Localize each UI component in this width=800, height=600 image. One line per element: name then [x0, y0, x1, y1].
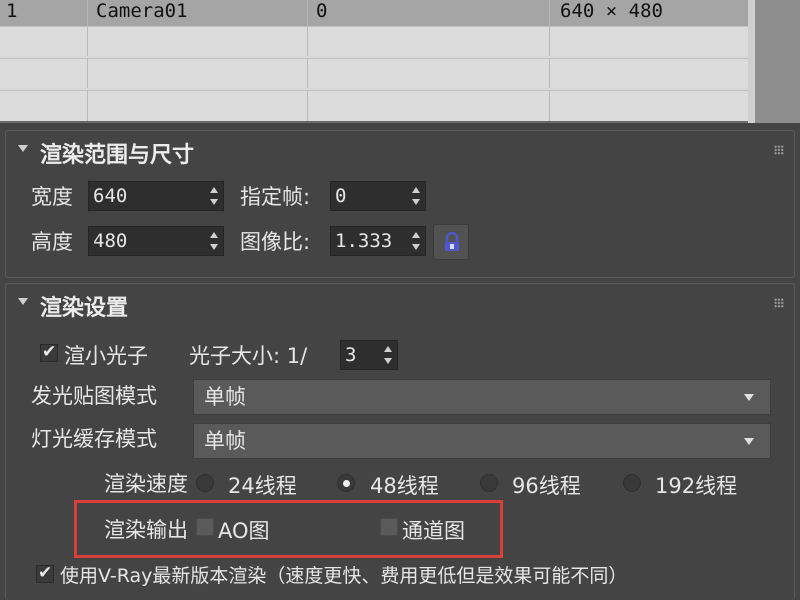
- latest-vray-label: 使用V-Ray最新版本渲染（速度更快、费用更低但是效果可能不同）: [60, 565, 628, 587]
- empty-cell: [88, 59, 308, 88]
- small-photon-checkbox[interactable]: [40, 342, 58, 362]
- table-row[interactable]: [0, 90, 748, 121]
- render-range-header[interactable]: 渲染范围与尺寸: [6, 131, 794, 171]
- thread-96-label: 96线程: [512, 474, 581, 498]
- table-row[interactable]: 1 Camera01 0 640 × 480: [0, 0, 748, 26]
- grip-icon[interactable]: [774, 298, 784, 308]
- frame-value: 0: [335, 185, 347, 207]
- glow-map-value: 单帧: [204, 385, 246, 409]
- small-photon-label: 渲小光子: [64, 344, 148, 368]
- lock-icon: [445, 232, 459, 251]
- aspect-lock-button[interactable]: [433, 224, 469, 260]
- camera-index-cell: 1: [0, 0, 88, 26]
- empty-cell: [88, 27, 308, 56]
- photon-size-label: 光子大小: 1/: [189, 344, 308, 368]
- chevron-down-icon: [744, 438, 754, 445]
- thread-96-radio[interactable]: [480, 474, 498, 492]
- spinner-arrows-icon[interactable]: [210, 187, 220, 205]
- thread-24-radio[interactable]: [196, 474, 214, 492]
- aspect-spinner[interactable]: 1.333: [330, 226, 426, 256]
- chevron-down-icon: [744, 394, 754, 401]
- spinner-arrows-icon[interactable]: [412, 232, 422, 250]
- empty-cell: [0, 59, 88, 88]
- empty-cell: [88, 91, 308, 121]
- height-spinner[interactable]: 480: [88, 226, 224, 256]
- camera-frame-cell: 0: [308, 0, 550, 26]
- width-value: 640: [93, 185, 128, 207]
- collapse-arrow-icon[interactable]: [18, 145, 28, 152]
- photon-size-value: 3: [345, 344, 357, 366]
- empty-cell: [308, 27, 550, 56]
- spinner-arrows-icon[interactable]: [384, 346, 394, 364]
- highlight-annotation: [74, 500, 503, 558]
- width-spinner[interactable]: 640: [88, 181, 224, 211]
- aspect-value: 1.333: [335, 230, 393, 252]
- spinner-arrows-icon[interactable]: [412, 187, 422, 205]
- thread-192-label: 192线程: [655, 474, 738, 498]
- latest-vray-checkbox[interactable]: [36, 563, 54, 583]
- thread-24-label: 24线程: [228, 474, 297, 498]
- empty-cell: [308, 59, 550, 88]
- rollout-title: 渲染设置: [40, 296, 129, 321]
- table-side-panel: [755, 0, 800, 123]
- empty-cell: [0, 91, 88, 121]
- grip-icon[interactable]: [774, 145, 784, 155]
- render-settings-header[interactable]: 渲染设置: [6, 284, 794, 324]
- light-cache-label: 灯光缓存模式: [31, 427, 157, 451]
- thread-48-radio[interactable]: [337, 474, 355, 492]
- empty-cell: [308, 91, 550, 121]
- render-speed-label: 渲染速度: [104, 472, 188, 496]
- light-cache-dropdown[interactable]: 单帧: [193, 423, 771, 459]
- glow-map-dropdown[interactable]: 单帧: [193, 379, 771, 415]
- rollout-title: 渲染范围与尺寸: [40, 143, 195, 168]
- light-cache-value: 单帧: [204, 429, 246, 453]
- camera-table: 1 Camera01 0 640 × 480: [0, 0, 800, 123]
- empty-cell: [0, 27, 88, 56]
- spinner-arrows-icon[interactable]: [210, 232, 220, 250]
- thread-48-label: 48线程: [370, 474, 439, 498]
- table-row[interactable]: [0, 26, 748, 56]
- frame-label: 指定帧:: [240, 185, 311, 209]
- frame-spinner[interactable]: 0: [330, 181, 426, 211]
- table-scrollbar-track[interactable]: [748, 0, 755, 123]
- collapse-arrow-icon[interactable]: [18, 298, 28, 305]
- camera-size-cell: 640 × 480: [560, 0, 663, 22]
- camera-name-cell: Camera01: [88, 0, 308, 26]
- height-label: 高度: [31, 230, 73, 254]
- photon-size-spinner[interactable]: 3: [340, 340, 398, 370]
- thread-192-radio[interactable]: [623, 474, 641, 492]
- aspect-label: 图像比:: [240, 230, 311, 254]
- height-value: 480: [93, 230, 128, 252]
- width-label: 宽度: [31, 185, 73, 209]
- table-row[interactable]: [0, 58, 748, 88]
- glow-map-label: 发光贴图模式: [31, 384, 157, 408]
